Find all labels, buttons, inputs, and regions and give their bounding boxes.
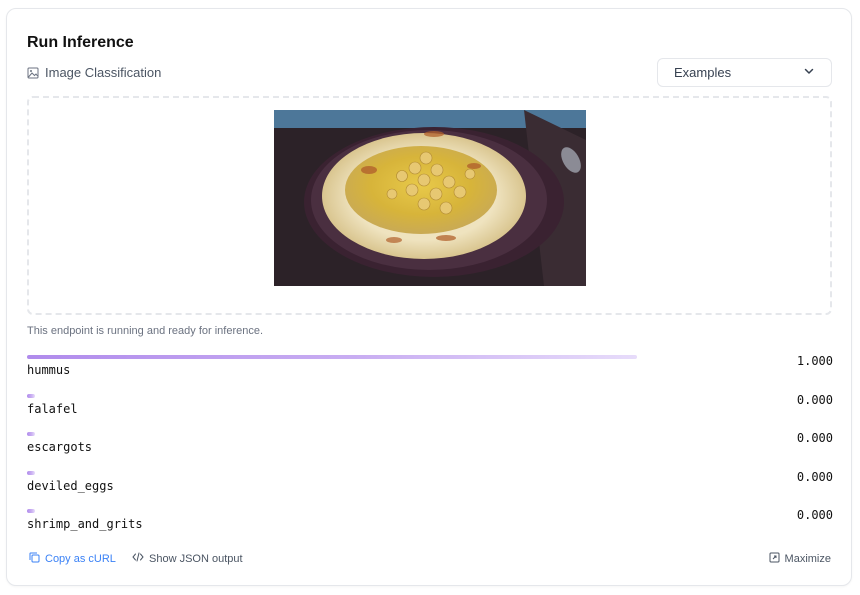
copy-curl-label: Copy as cURL bbox=[45, 553, 116, 565]
score-bar bbox=[27, 470, 35, 475]
maximize-label: Maximize bbox=[784, 553, 831, 565]
maximize-button[interactable]: Maximize bbox=[769, 552, 831, 566]
result-label: falafel bbox=[27, 401, 78, 416]
copy-icon bbox=[29, 552, 40, 566]
result-row: falafel 0.000 bbox=[27, 392, 833, 424]
result-label: escargots bbox=[27, 440, 93, 454]
result-score: 0.000 bbox=[796, 469, 833, 484]
result-label: deviled_eggs bbox=[27, 478, 114, 493]
image-classification-icon bbox=[27, 67, 39, 79]
task-label: Image Classification bbox=[27, 65, 161, 80]
result-row: escargots 0.000 bbox=[27, 431, 833, 462]
result-row: deviled_eggs 0.000 bbox=[27, 469, 833, 501]
show-json-label: Show JSON output bbox=[149, 552, 243, 565]
score-bar bbox=[27, 432, 35, 436]
score-bar bbox=[27, 393, 35, 398]
widget-title: Run Inference bbox=[27, 34, 134, 51]
result-score: 0.000 bbox=[796, 431, 833, 445]
result-label: shrimp_and_grits bbox=[27, 517, 143, 531]
result-row: shrimp_and_grits 0.000 bbox=[27, 508, 833, 539]
examples-dropdown[interactable]: Examples bbox=[657, 58, 832, 87]
result-score: 1.000 bbox=[796, 354, 833, 368]
score-bar bbox=[27, 355, 637, 359]
copy-curl-button[interactable]: Copy as cURL bbox=[29, 552, 116, 566]
code-icon bbox=[132, 552, 144, 565]
result-score: 0.000 bbox=[796, 508, 833, 522]
task-name: Image Classification bbox=[45, 65, 162, 80]
examples-label: Examples bbox=[674, 65, 732, 80]
hummus-photo bbox=[273, 110, 586, 286]
chevron-down-icon bbox=[803, 65, 815, 80]
score-bar bbox=[27, 509, 35, 513]
maximize-icon bbox=[769, 552, 780, 566]
result-row: hummus 1.000 bbox=[27, 354, 833, 385]
inference-widget: Run Inference Image Classification Examp… bbox=[6, 8, 852, 586]
show-json-button[interactable]: Show JSON output bbox=[132, 552, 243, 565]
image-dropzone[interactable] bbox=[27, 96, 832, 315]
result-label: hummus bbox=[27, 363, 71, 377]
endpoint-status: This endpoint is running and ready for i… bbox=[27, 325, 264, 337]
result-score: 0.000 bbox=[796, 392, 833, 407]
